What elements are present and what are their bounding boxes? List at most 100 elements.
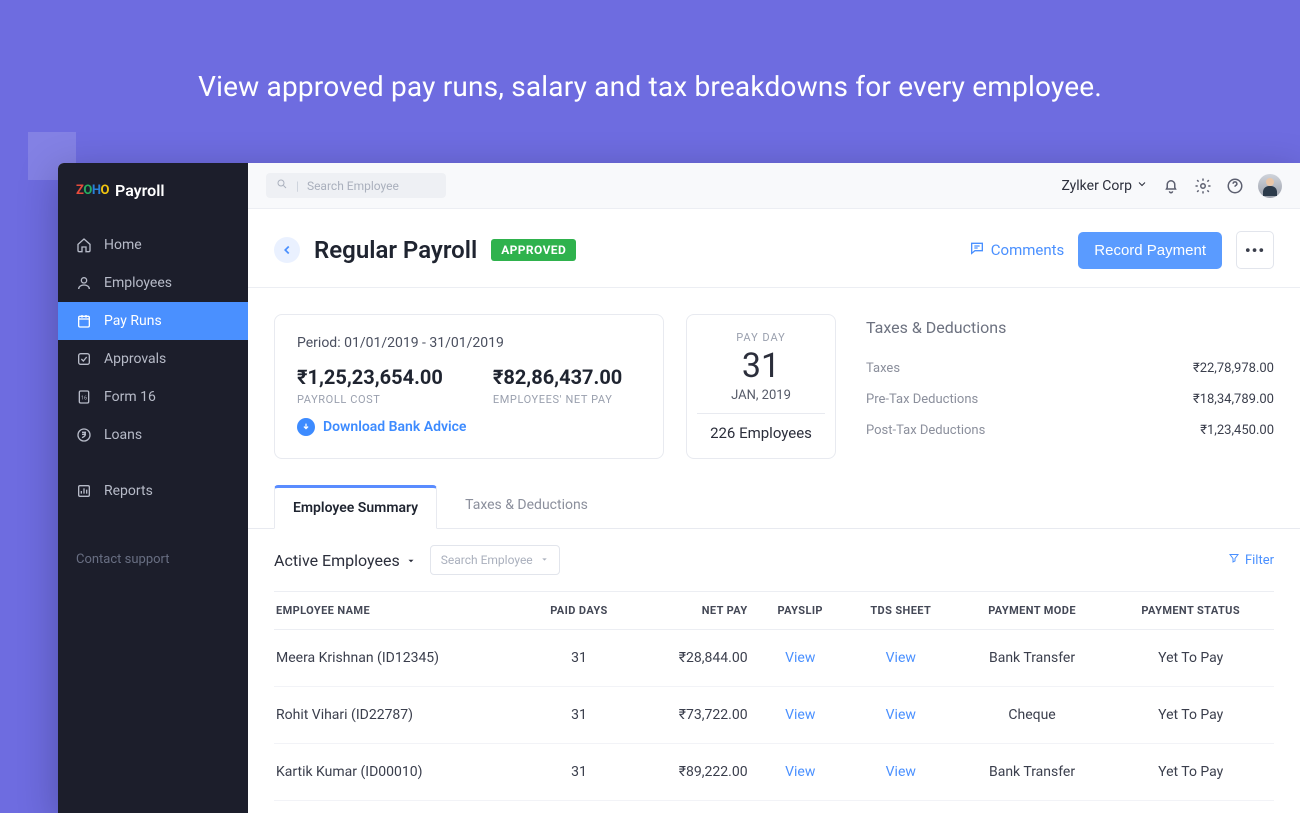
main: | Search Employee Zylker Corp xyxy=(248,163,1300,813)
col-payment-status: PAYMENT STATUS xyxy=(1107,592,1274,630)
status-badge: APPROVED xyxy=(491,239,576,261)
tax-row-value: ₹18,34,789.00 xyxy=(1193,392,1274,407)
app-name: Payroll xyxy=(115,181,165,200)
gear-icon[interactable] xyxy=(1194,177,1212,195)
sidebar-item-label: Loans xyxy=(104,427,142,443)
chart-icon xyxy=(76,483,92,499)
table-row[interactable]: Meera Krishnan (ID12345) 31 ₹28,844.00 V… xyxy=(274,630,1274,687)
col-tds-sheet: TDS SHEET xyxy=(845,592,957,630)
col-payment-mode: PAYMENT MODE xyxy=(957,592,1108,630)
cell-mode: Bank Transfer xyxy=(957,630,1108,687)
employee-filter-dropdown[interactable]: Active Employees xyxy=(274,551,416,570)
filter-icon xyxy=(1228,552,1240,568)
sidebar-item-label: Employees xyxy=(104,275,172,291)
page-header: Regular Payroll APPROVED Comments Record… xyxy=(248,209,1300,288)
cell-net: ₹73,722.00 xyxy=(632,687,755,744)
home-icon xyxy=(76,237,92,253)
payday-label: PAY DAY xyxy=(701,331,821,344)
tds-link[interactable]: View xyxy=(886,764,916,780)
cell-paid: 31 xyxy=(526,744,633,801)
cell-status: Yet To Pay xyxy=(1107,744,1274,801)
comments-label: Comments xyxy=(991,241,1065,259)
payslip-link[interactable]: View xyxy=(785,707,815,723)
svg-text:16: 16 xyxy=(81,396,87,402)
tax-row: Post-Tax Deductions ₹1,23,450.00 xyxy=(866,415,1274,446)
table-header-row: EMPLOYEE NAME PAID DAYS NET PAY PAYSLIP … xyxy=(274,592,1274,630)
cell-mode: Bank Transfer xyxy=(957,744,1108,801)
sidebar-item-approvals[interactable]: Approvals xyxy=(58,340,248,378)
cell-net: ₹28,844.00 xyxy=(632,630,755,687)
search-placeholder: Search Employee xyxy=(307,179,399,193)
sidebar: ZOHO Payroll Home Employees Pay Runs xyxy=(58,163,248,813)
filter-label: Filter xyxy=(1245,553,1274,568)
help-icon[interactable] xyxy=(1226,177,1244,195)
sidebar-item-employees[interactable]: Employees xyxy=(58,264,248,302)
download-bank-advice[interactable]: Download Bank Advice xyxy=(297,418,641,436)
search-placeholder: Search Employee xyxy=(441,553,533,567)
person-icon xyxy=(76,275,92,291)
back-button[interactable] xyxy=(274,237,300,263)
comments-link[interactable]: Comments xyxy=(969,240,1065,260)
dropdown-label: Active Employees xyxy=(274,551,400,570)
tds-link[interactable]: View xyxy=(886,707,916,723)
more-menu[interactable]: ••• xyxy=(1236,231,1274,269)
org-switcher[interactable]: Zylker Corp xyxy=(1061,178,1148,194)
table-row[interactable]: Rohit Vihari (ID22787) 31 ₹73,722.00 Vie… xyxy=(274,687,1274,744)
avatar[interactable] xyxy=(1258,174,1282,198)
tax-row-key: Post-Tax Deductions xyxy=(866,423,985,438)
sidebar-item-loans[interactable]: Loans xyxy=(58,416,248,454)
rupee-icon xyxy=(76,427,92,443)
period: Period: 01/01/2019 - 31/01/2019 xyxy=(297,335,641,351)
payroll-cost-card: Period: 01/01/2019 - 31/01/2019 ₹1,25,23… xyxy=(274,314,664,459)
tax-row: Taxes ₹22,78,978.00 xyxy=(866,353,1274,384)
filter-button[interactable]: Filter xyxy=(1228,552,1274,568)
app-window: ZOHO Payroll Home Employees Pay Runs xyxy=(58,163,1300,813)
tax-row-value: ₹22,78,978.00 xyxy=(1193,361,1274,376)
col-employee-name: EMPLOYEE NAME xyxy=(274,592,526,630)
payroll-cost-value: ₹1,25,23,654.00 xyxy=(297,365,443,389)
sidebar-item-label: Approvals xyxy=(104,351,166,367)
logo: ZOHO Payroll xyxy=(58,163,248,220)
tax-row-key: Taxes xyxy=(866,361,900,376)
cell-paid: 31 xyxy=(526,687,633,744)
net-pay-label: EMPLOYEES' NET PAY xyxy=(493,393,622,406)
table-toolbar: Active Employees Search Employee Filter xyxy=(248,529,1300,591)
payday-day: 31 xyxy=(701,346,821,386)
cell-paid: 31 xyxy=(526,630,633,687)
tax-row-value: ₹1,23,450.00 xyxy=(1200,423,1274,438)
caret-down-icon xyxy=(406,551,416,570)
sidebar-item-form16[interactable]: 16 Form 16 xyxy=(58,378,248,416)
tab-employee-summary[interactable]: Employee Summary xyxy=(274,485,437,529)
payroll-cost-label: PAYROLL COST xyxy=(297,393,443,406)
cell-net: ₹89,222.00 xyxy=(632,744,755,801)
sidebar-item-home[interactable]: Home xyxy=(58,226,248,264)
payrun-icon xyxy=(76,313,92,329)
cell-name: Kartik Kumar (ID00010) xyxy=(274,744,526,801)
search-input[interactable]: | Search Employee xyxy=(266,173,446,198)
comment-icon xyxy=(969,240,985,260)
check-icon xyxy=(76,351,92,367)
org-name: Zylker Corp xyxy=(1061,178,1132,194)
logo-mark: ZOHO xyxy=(76,183,109,198)
payslip-link[interactable]: View xyxy=(785,650,815,666)
sidebar-item-reports[interactable]: Reports xyxy=(58,472,248,510)
tax-row-key: Pre-Tax Deductions xyxy=(866,392,978,407)
table-row[interactable]: Kartik Kumar (ID00010) 31 ₹89,222.00 Vie… xyxy=(274,744,1274,801)
tds-link[interactable]: View xyxy=(886,650,916,666)
payday-employee-count: 226 Employees xyxy=(701,424,821,442)
form-icon: 16 xyxy=(76,389,92,405)
tax-row: Pre-Tax Deductions ₹18,34,789.00 xyxy=(866,384,1274,415)
cell-status: Yet To Pay xyxy=(1107,630,1274,687)
employee-search-input[interactable]: Search Employee xyxy=(430,545,560,575)
download-icon xyxy=(297,418,315,436)
tab-taxes-deductions[interactable]: Taxes & Deductions xyxy=(447,485,606,528)
payslip-link[interactable]: View xyxy=(785,764,815,780)
sidebar-item-payruns[interactable]: Pay Runs xyxy=(58,302,248,340)
col-net-pay: NET PAY xyxy=(632,592,755,630)
bell-icon[interactable] xyxy=(1162,177,1180,195)
contact-support[interactable]: Contact support xyxy=(58,534,248,585)
sidebar-item-label: Pay Runs xyxy=(104,313,162,329)
taxes-card: Taxes & Deductions Taxes ₹22,78,978.00 P… xyxy=(858,314,1274,459)
record-payment-button[interactable]: Record Payment xyxy=(1078,232,1222,269)
payday-card: PAY DAY 31 JAN, 2019 226 Employees xyxy=(686,314,836,459)
